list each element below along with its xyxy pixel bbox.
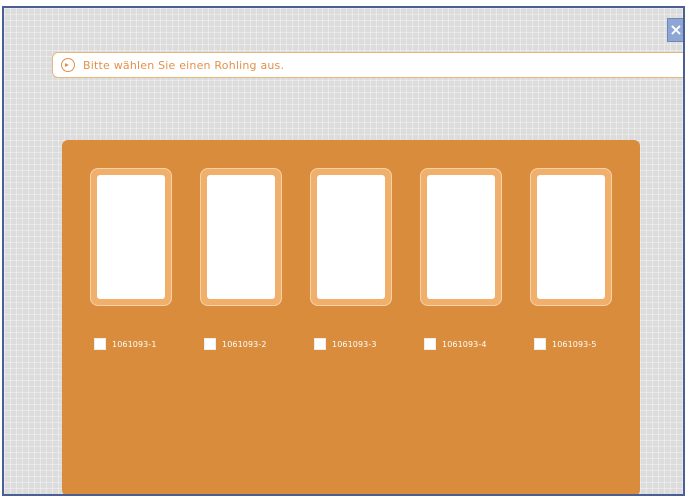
blank-option-4[interactable]: 1061093-4	[424, 338, 487, 350]
blank-slot-3[interactable]	[310, 168, 392, 306]
checkbox[interactable]	[204, 338, 216, 350]
blank-option-2[interactable]: 1061093-2	[204, 338, 267, 350]
blank-option-1[interactable]: 1061093-1	[94, 338, 157, 350]
close-button[interactable]: ×	[667, 18, 683, 42]
blank-label: 1061093-2	[222, 339, 267, 349]
checkbox[interactable]	[94, 338, 106, 350]
blank-slot-5[interactable]	[530, 168, 612, 306]
instruction-bar: Bitte wählen Sie einen Rohling aus.	[52, 52, 683, 78]
blank-selection-panel: 1061093-1 1061093-2 1061093-3 1061093-4 …	[62, 140, 640, 494]
checkbox[interactable]	[424, 338, 436, 350]
dialog-window: × Bitte wählen Sie einen Rohling aus. 10…	[2, 6, 685, 496]
blank-preview	[537, 175, 605, 299]
blank-preview	[427, 175, 495, 299]
checkbox[interactable]	[534, 338, 546, 350]
checkbox[interactable]	[314, 338, 326, 350]
blank-option-5[interactable]: 1061093-5	[534, 338, 597, 350]
blank-preview	[97, 175, 165, 299]
blank-option-3[interactable]: 1061093-3	[314, 338, 377, 350]
blank-label: 1061093-1	[112, 339, 157, 349]
blank-preview	[207, 175, 275, 299]
blank-label: 1061093-5	[552, 339, 597, 349]
blank-slot-2[interactable]	[200, 168, 282, 306]
blank-label: 1061093-3	[332, 339, 377, 349]
instruction-text: Bitte wählen Sie einen Rohling aus.	[83, 58, 285, 72]
blank-slot-1[interactable]	[90, 168, 172, 306]
blank-label: 1061093-4	[442, 339, 487, 349]
blank-preview	[317, 175, 385, 299]
arrow-circle-icon	[61, 58, 75, 72]
blank-slot-4[interactable]	[420, 168, 502, 306]
